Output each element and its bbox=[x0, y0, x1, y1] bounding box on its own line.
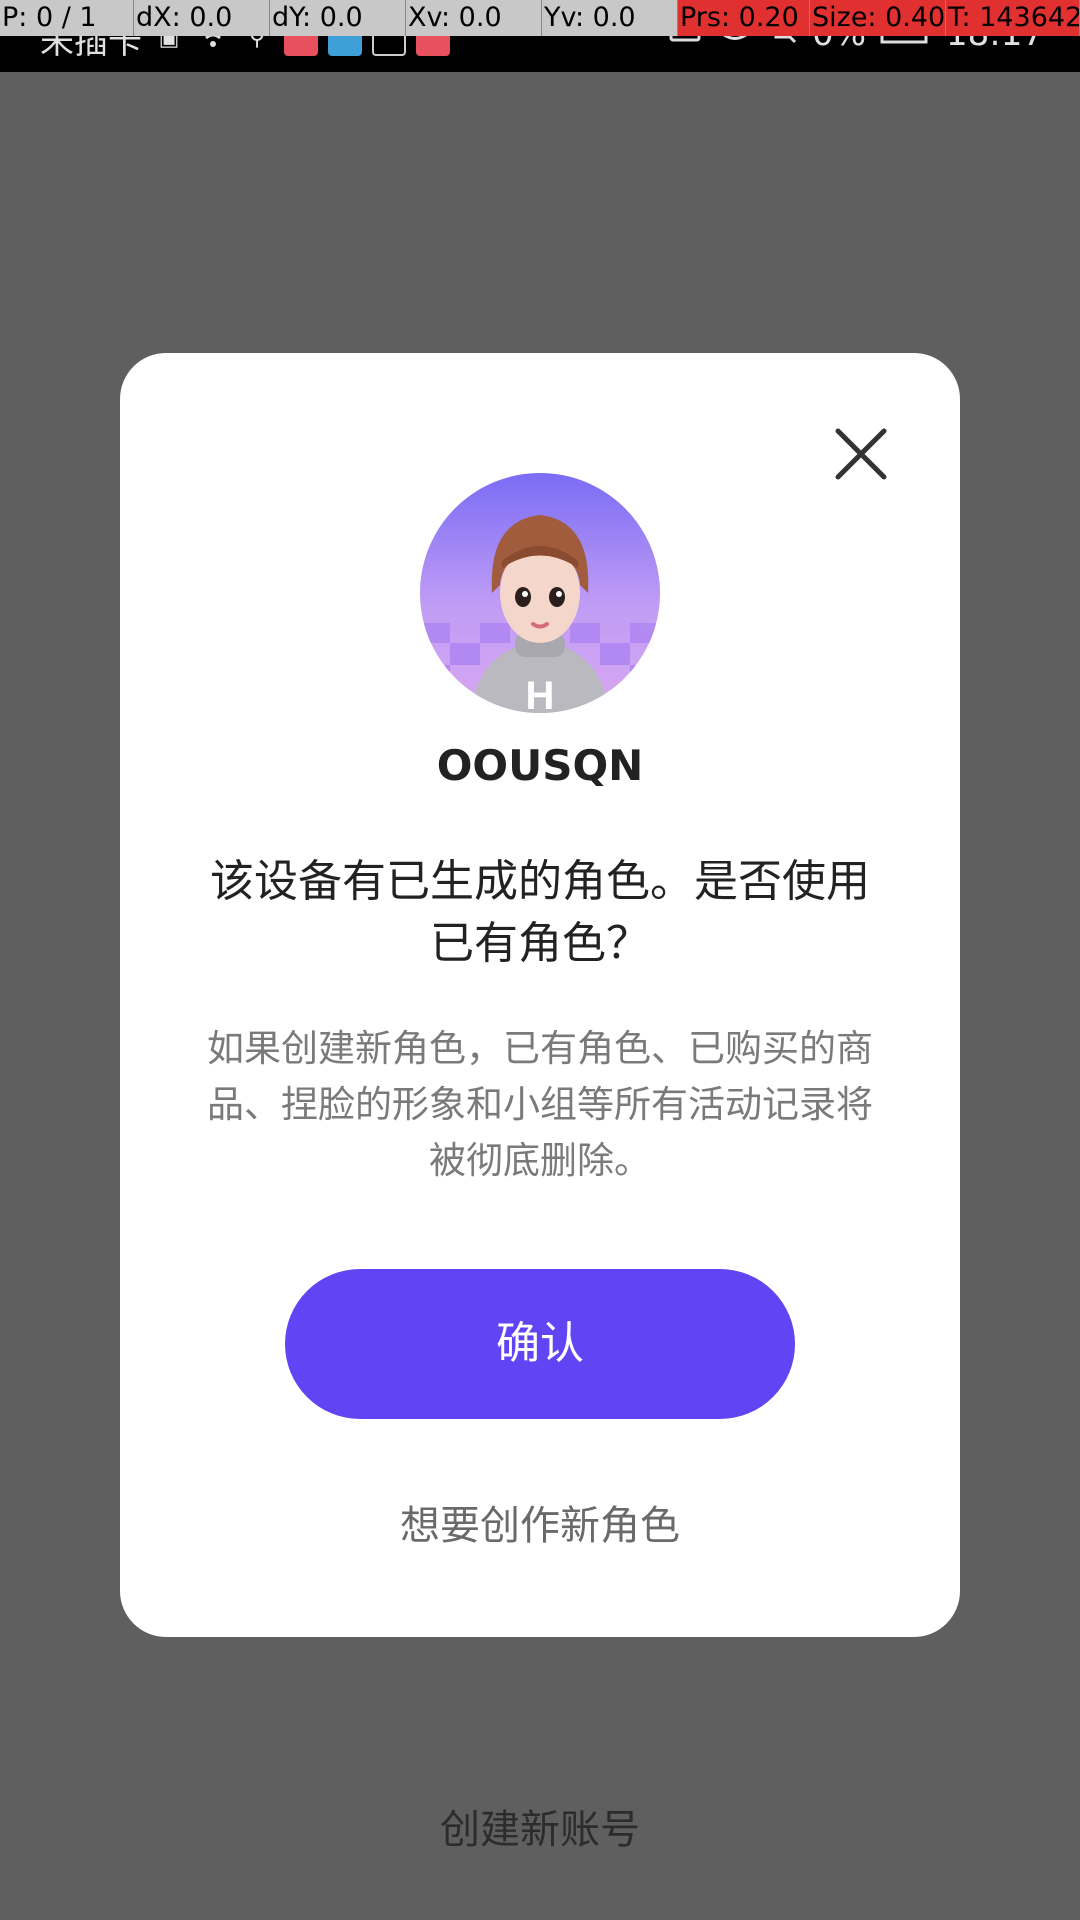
close-button[interactable] bbox=[826, 419, 896, 489]
overlay-dy: dY: 0.0 bbox=[270, 0, 406, 36]
overlay-pointer-count: P: 0 / 1 bbox=[0, 0, 134, 36]
overlay-dx: dX: 0.0 bbox=[134, 0, 270, 36]
pointer-debug-overlay: P: 0 / 1 dX: 0.0 dY: 0.0 Xv: 0.0 Yv: 0.0… bbox=[0, 0, 1080, 36]
svg-text:H: H bbox=[526, 674, 555, 713]
confirm-button[interactable]: 确认 bbox=[285, 1269, 795, 1419]
existing-character-dialog: H OOUSQN 该设备有已生成的角色。是否使用已有角色？ 如果创建新角色，已有… bbox=[120, 353, 960, 1637]
close-icon bbox=[835, 428, 887, 480]
overlay-size: Size: 0.40 bbox=[810, 0, 946, 36]
overlay-xv: Xv: 0.0 bbox=[406, 0, 542, 36]
dialog-description: 如果创建新角色，已有角色、已购买的商品、捏脸的形象和小组等所有活动记录将被彻底删… bbox=[207, 1027, 873, 1182]
overlay-time: T: 143642 bbox=[946, 0, 1080, 36]
create-new-account-link[interactable]: 创建新账号 bbox=[0, 1797, 1080, 1855]
overlay-yv: Yv: 0.0 bbox=[542, 0, 678, 36]
dialog-title: 该设备有已生成的角色。是否使用已有角色？ bbox=[210, 856, 870, 969]
create-new-role-link[interactable]: 想要创作新角色 bbox=[120, 1493, 960, 1551]
username: OOUSQN bbox=[436, 741, 644, 790]
avatar: H bbox=[420, 473, 660, 713]
overlay-pressure: Prs: 0.20 bbox=[678, 0, 810, 36]
